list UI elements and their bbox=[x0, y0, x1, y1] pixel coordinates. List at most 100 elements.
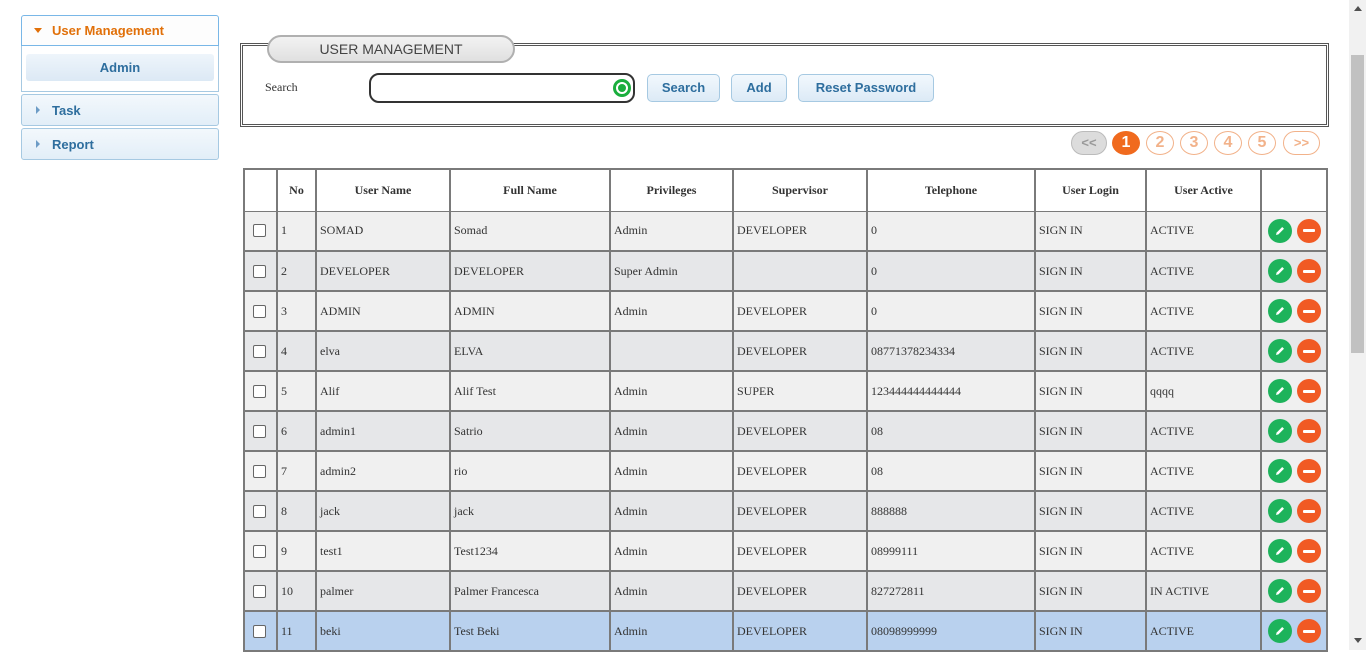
row-actions bbox=[1265, 299, 1326, 323]
row-checkbox[interactable] bbox=[253, 584, 266, 598]
cell-no: 10 bbox=[276, 570, 317, 612]
page-1-button[interactable]: 1 bbox=[1112, 131, 1140, 155]
add-button[interactable]: Add bbox=[731, 74, 787, 102]
sidebar-item-admin[interactable]: Admin bbox=[26, 54, 214, 81]
cell-actions bbox=[1260, 490, 1328, 532]
cell-select bbox=[243, 330, 278, 372]
row-actions bbox=[1265, 539, 1326, 563]
row-checkbox[interactable] bbox=[253, 464, 266, 478]
minus-icon[interactable] bbox=[1297, 259, 1321, 283]
row-checkbox[interactable] bbox=[253, 504, 266, 518]
scroll-down-arrow-icon[interactable] bbox=[1354, 638, 1362, 643]
minus-icon[interactable] bbox=[1297, 379, 1321, 403]
table-row[interactable]: 3 ADMIN ADMIN Admin DEVELOPER 0 SIGN IN ACTIVE bbox=[243, 290, 1328, 332]
cell-supervisor: SUPER bbox=[732, 370, 868, 412]
minus-icon[interactable] bbox=[1297, 339, 1321, 363]
cell-supervisor bbox=[732, 250, 868, 292]
cell-select bbox=[243, 530, 278, 572]
next-page-button[interactable]: >> bbox=[1283, 131, 1320, 155]
pencil-icon[interactable] bbox=[1268, 299, 1292, 323]
sidebar-section-user-management[interactable]: User Management bbox=[21, 15, 219, 46]
pencil-icon[interactable] bbox=[1268, 619, 1292, 643]
minus-icon[interactable] bbox=[1297, 539, 1321, 563]
sidebar-section-label: Report bbox=[52, 136, 94, 152]
pencil-icon[interactable] bbox=[1268, 579, 1292, 603]
cell-user-name: ADMIN bbox=[315, 290, 451, 332]
pencil-icon[interactable] bbox=[1268, 339, 1292, 363]
cell-user-active: ACTIVE bbox=[1145, 330, 1262, 372]
cell-select bbox=[243, 490, 278, 532]
pencil-glyph bbox=[1276, 267, 1284, 275]
table-row[interactable]: 8 jack jack Admin DEVELOPER 888888 SIGN IN ACTI… bbox=[243, 490, 1328, 532]
reset-password-button[interactable]: Reset Password bbox=[798, 74, 934, 102]
cell-privileges: Admin bbox=[609, 490, 734, 532]
cell-actions bbox=[1260, 570, 1328, 612]
table-row[interactable]: 4 elva ELVA DEVELOPER 08771378234334 SIGN IN A… bbox=[243, 330, 1328, 372]
row-checkbox[interactable] bbox=[253, 344, 266, 358]
sidebar-section-task[interactable]: Task bbox=[21, 94, 219, 126]
pencil-icon[interactable] bbox=[1268, 259, 1292, 283]
page-5-button[interactable]: 5 bbox=[1248, 131, 1276, 155]
cell-full-name: Test1234 bbox=[449, 530, 611, 572]
pencil-glyph bbox=[1276, 507, 1284, 515]
cell-select bbox=[243, 210, 278, 252]
table-row[interactable]: 5 Alif Alif Test Admin SUPER 123444444444444 S… bbox=[243, 370, 1328, 412]
table-row[interactable]: 9 test1 Test1234 Admin DEVELOPER 08999111 SIGN… bbox=[243, 530, 1328, 572]
page-4-button[interactable]: 4 bbox=[1214, 131, 1242, 155]
pencil-icon[interactable] bbox=[1268, 218, 1292, 243]
row-checkbox[interactable] bbox=[253, 624, 266, 638]
minus-icon[interactable] bbox=[1297, 619, 1321, 643]
pencil-icon[interactable] bbox=[1268, 539, 1292, 563]
minus-icon[interactable] bbox=[1297, 218, 1321, 243]
row-actions bbox=[1265, 619, 1326, 643]
minus-icon[interactable] bbox=[1297, 499, 1321, 523]
pencil-glyph bbox=[1276, 627, 1284, 635]
cell-actions bbox=[1260, 410, 1328, 452]
pencil-glyph bbox=[1276, 307, 1284, 315]
table-row[interactable]: 10 palmer Palmer Francesca Admin DEVELOPER 82… bbox=[243, 570, 1328, 612]
cell-select bbox=[243, 370, 278, 412]
minus-icon[interactable] bbox=[1297, 579, 1321, 603]
row-checkbox[interactable] bbox=[253, 384, 266, 398]
cell-supervisor: DEVELOPER bbox=[732, 530, 868, 572]
row-actions bbox=[1265, 579, 1326, 603]
vertical-scrollbar[interactable] bbox=[1349, 0, 1366, 650]
table-row[interactable]: 11 beki Test Beki Admin DEVELOPER 08098999999… bbox=[243, 610, 1328, 652]
clear-search-icon[interactable] bbox=[613, 79, 631, 97]
row-checkbox[interactable] bbox=[253, 224, 266, 238]
table-row[interactable]: 7 admin2 rio Admin DEVELOPER 08 SIGN IN ACTIVE bbox=[243, 450, 1328, 492]
scroll-up-arrow-icon[interactable] bbox=[1354, 6, 1362, 11]
page-2-button[interactable]: 2 bbox=[1146, 131, 1174, 155]
cell-privileges: Admin bbox=[609, 610, 734, 652]
cell-user-name: SOMAD bbox=[315, 210, 451, 252]
cell-full-name: DEVELOPER bbox=[449, 250, 611, 292]
table-row[interactable]: 2 DEVELOPER DEVELOPER Super Admin 0 SIGN IN AC… bbox=[243, 250, 1328, 292]
cell-full-name: Somad bbox=[449, 210, 611, 252]
prev-page-button[interactable]: << bbox=[1071, 131, 1107, 155]
cell-telephone: 08 bbox=[866, 450, 1036, 492]
sidebar-section-label: Task bbox=[52, 102, 81, 118]
page-3-button[interactable]: 3 bbox=[1180, 131, 1208, 155]
table-row[interactable]: 1 SOMAD Somad Admin DEVELOPER 0 SIGN IN ACTIVE bbox=[243, 210, 1328, 252]
cell-telephone: 0 bbox=[866, 250, 1036, 292]
sidebar-section-report[interactable]: Report bbox=[21, 128, 219, 160]
pencil-icon[interactable] bbox=[1268, 499, 1292, 523]
search-input[interactable] bbox=[371, 75, 601, 101]
table-row[interactable]: 6 admin1 Satrio Admin DEVELOPER 08 SIGN IN ACTI… bbox=[243, 410, 1328, 452]
row-checkbox[interactable] bbox=[253, 264, 266, 278]
minus-icon[interactable] bbox=[1297, 419, 1321, 443]
search-label: Search bbox=[265, 80, 298, 94]
row-checkbox[interactable] bbox=[253, 544, 266, 558]
search-button[interactable]: Search bbox=[647, 74, 720, 102]
row-checkbox[interactable] bbox=[253, 424, 266, 438]
pencil-icon[interactable] bbox=[1268, 459, 1292, 483]
scrollbar-thumb[interactable] bbox=[1351, 55, 1364, 353]
pencil-icon[interactable] bbox=[1268, 419, 1292, 443]
cell-no: 5 bbox=[276, 370, 317, 412]
row-checkbox[interactable] bbox=[253, 304, 266, 318]
cell-full-name: ADMIN bbox=[449, 290, 611, 332]
cell-user-name: palmer bbox=[315, 570, 451, 612]
minus-icon[interactable] bbox=[1297, 459, 1321, 483]
pencil-icon[interactable] bbox=[1268, 379, 1292, 403]
minus-icon[interactable] bbox=[1297, 299, 1321, 323]
